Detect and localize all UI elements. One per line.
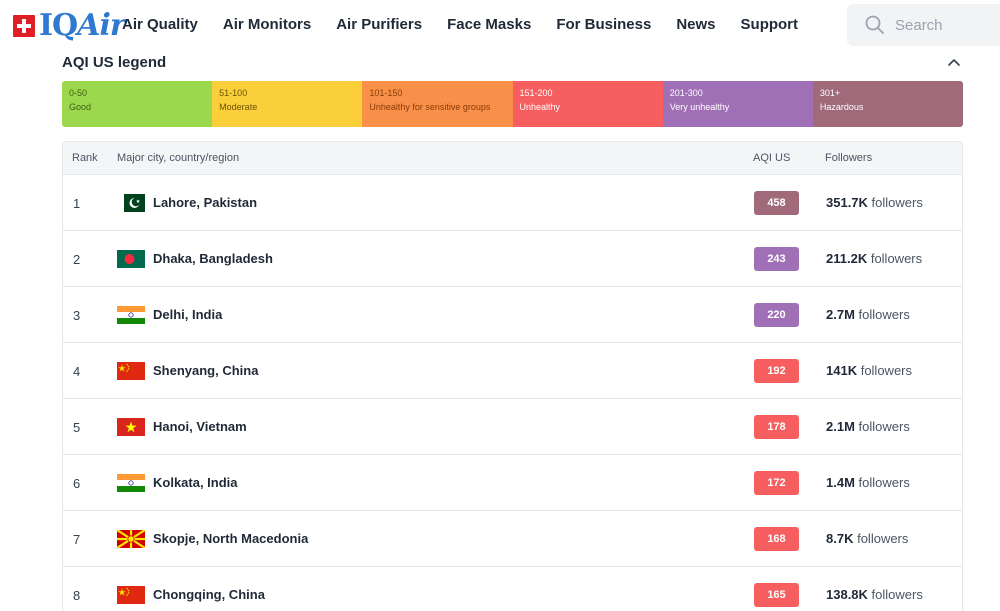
bangladesh-flag-icon: [117, 250, 145, 268]
rank-cell: 1: [73, 196, 81, 211]
chevron-up-icon[interactable]: [946, 56, 962, 68]
city-ranking-table: Rank Major city, country/region AQI US F…: [62, 141, 963, 611]
header-rank: Rank: [72, 152, 98, 164]
city-link[interactable]: Shenyang, China: [153, 363, 258, 378]
aqi-badge: 178: [754, 415, 799, 439]
aqi-badge: 243: [754, 247, 799, 271]
followers-cell: 211.2K followers: [826, 251, 923, 266]
legend-range: 0-50: [69, 88, 88, 98]
legend-range: 301+: [819, 88, 841, 98]
rank-cell: 2: [73, 252, 81, 267]
nav-support[interactable]: Support: [741, 16, 799, 33]
legend-range: 51-100: [219, 88, 248, 98]
header-city: Major city, country/region: [117, 152, 240, 164]
brand-wordmark: IQAir: [39, 8, 126, 43]
rank-cell: 6: [73, 476, 81, 491]
header-aqi: AQI US: [753, 152, 791, 164]
table-row[interactable]: 3 Delhi, India 220 2.7M followers: [63, 286, 962, 342]
legend-segment: 101-150 Unhealthy for sensitive groups: [362, 81, 513, 127]
table-row[interactable]: 7 Skopje, North Macedonia 168 8.7K follower…: [63, 510, 962, 566]
india-flag-icon: [117, 306, 145, 324]
table-body: 1 Lahore, Pakistan 458 351.7K followers 2 Dha…: [63, 174, 962, 611]
city-link[interactable]: Skopje, North Macedonia: [153, 531, 308, 546]
aqi-badge: 165: [754, 583, 799, 607]
vietnam-flag-icon: [117, 418, 145, 436]
followers-cell: 138.8K followers: [826, 587, 923, 602]
nav-news[interactable]: News: [676, 16, 715, 33]
pakistan-flag-icon: [117, 194, 145, 212]
swiss-flag-icon: [13, 15, 35, 37]
china-flag-icon: [117, 362, 145, 380]
followers-cell: 141K followers: [826, 363, 912, 378]
city-link[interactable]: Hanoi, Vietnam: [153, 419, 247, 434]
legend-segment: 151-200 Unhealthy: [512, 81, 663, 127]
nav-face-masks[interactable]: Face Masks: [447, 16, 531, 33]
rank-cell: 5: [73, 420, 81, 435]
legend-segment: 51-100 Moderate: [212, 81, 363, 127]
nav-for-business[interactable]: For Business: [556, 16, 651, 33]
followers-cell: 2.1M followers: [826, 419, 910, 434]
legend-range: 101-150: [369, 88, 403, 98]
nav-air-purifiers[interactable]: Air Purifiers: [336, 16, 422, 33]
aqi-badge: 172: [754, 471, 799, 495]
table-row[interactable]: 4 Shenyang, China 192 141K followers: [63, 342, 962, 398]
table-row[interactable]: 5 Hanoi, Vietnam 178 2.1M followers: [63, 398, 962, 454]
table-row[interactable]: 6 Kolkata, India 172 1.4M followers: [63, 454, 962, 510]
followers-cell: 351.7K followers: [826, 195, 923, 210]
rank-cell: 3: [73, 308, 81, 323]
legend-label: Good: [69, 102, 92, 112]
legend-range: 201-300: [669, 88, 703, 98]
city-link[interactable]: Chongqing, China: [153, 587, 265, 602]
legend-label: Unhealthy: [519, 102, 561, 112]
followers-cell: 2.7M followers: [826, 307, 910, 322]
table-row[interactable]: 1 Lahore, Pakistan 458 351.7K followers: [63, 174, 962, 230]
nav-air-monitors[interactable]: Air Monitors: [223, 16, 311, 33]
rank-cell: 4: [73, 364, 81, 379]
rank-cell: 7: [73, 532, 81, 547]
aqi-legend-bar: 0-50 Good 51-100 Moderate 101-150 Unhealthy f…: [62, 81, 963, 127]
city-link[interactable]: Kolkata, India: [153, 475, 238, 490]
legend-segment: 0-50 Good: [62, 81, 213, 127]
table-header: Rank Major city, country/region AQI US F…: [63, 142, 962, 174]
legend-label: Unhealthy for sensitive groups: [369, 102, 491, 112]
legend-segment: 201-300 Very unhealthy: [662, 81, 813, 127]
legend-label: Moderate: [219, 102, 258, 112]
followers-cell: 8.7K followers: [826, 531, 909, 546]
city-link[interactable]: Lahore, Pakistan: [153, 195, 257, 210]
aqi-badge: 168: [754, 527, 799, 551]
city-link[interactable]: Delhi, India: [153, 307, 222, 322]
iqair-logo[interactable]: IQAir: [13, 8, 126, 43]
search-icon: [865, 15, 884, 34]
aqi-badge: 458: [754, 191, 799, 215]
search-input[interactable]: [895, 16, 985, 34]
header-followers: Followers: [825, 152, 873, 164]
legend-label: Very unhealthy: [669, 102, 730, 112]
north-macedonia-flag-icon: [117, 530, 145, 548]
city-link[interactable]: Dhaka, Bangladesh: [153, 251, 273, 266]
table-row[interactable]: 8 Chongqing, China 165 138.8K followers: [63, 566, 962, 611]
aqi-badge: 220: [754, 303, 799, 327]
aqi-badge: 192: [754, 359, 799, 383]
aqi-legend-title: AQI US legend: [62, 54, 167, 71]
india-flag-icon: [117, 474, 145, 492]
legend-range: 151-200: [519, 88, 553, 98]
followers-cell: 1.4M followers: [826, 475, 910, 490]
rank-cell: 8: [73, 588, 81, 603]
main-nav: Air Quality Air Monitors Air Purifiers F…: [122, 16, 823, 33]
top-navigation-bar: IQAir Air Quality Air Monitors Air Purif…: [0, 0, 1000, 52]
search-box[interactable]: [847, 4, 1000, 46]
legend-segment: 301+ Hazardous: [812, 81, 963, 127]
china-flag-icon: [117, 586, 145, 604]
nav-air-quality[interactable]: Air Quality: [122, 16, 198, 33]
legend-label: Hazardous: [819, 102, 864, 112]
table-row[interactable]: 2 Dhaka, Bangladesh 243 211.2K followers: [63, 230, 962, 286]
